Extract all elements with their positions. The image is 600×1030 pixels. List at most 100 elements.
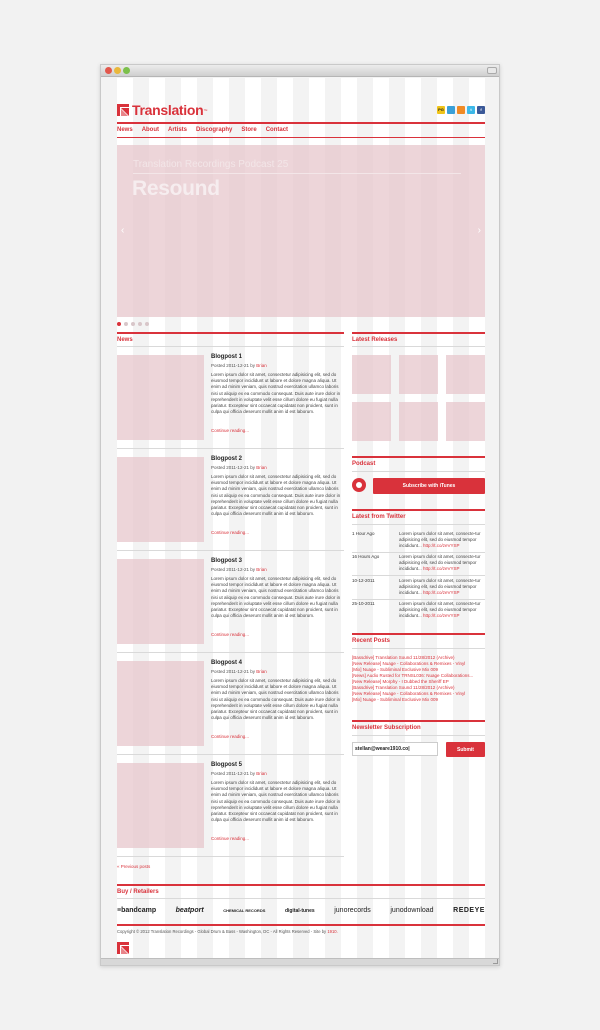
site-logo[interactable]: Translation ™: [117, 102, 207, 118]
facebook-icon[interactable]: f: [477, 106, 485, 114]
newsletter-section-title: Newsletter Subscription: [352, 725, 421, 731]
rss-icon[interactable]: PG: [437, 106, 445, 114]
recent-posts-list: [Bassdrive] Translation Sound 11/28/2012…: [352, 655, 487, 703]
post-excerpt: Lorem ipsum dolor sit amet, consectetur …: [211, 372, 341, 415]
continue-reading-link[interactable]: Continue reading...: [211, 530, 249, 535]
subscribe-itunes-button[interactable]: Subscribe with iTunes: [373, 478, 485, 494]
nav-store[interactable]: Store: [241, 127, 256, 133]
newsletter-email-input[interactable]: stellan@weare1910.co|: [352, 742, 438, 756]
trademark: ™: [203, 107, 208, 113]
nav-news[interactable]: News: [117, 127, 133, 133]
site-by-link[interactable]: 1910.: [327, 929, 337, 934]
footer-rule: [117, 884, 485, 886]
post-excerpt: Lorem ipsum dolor sit amet, consectetur …: [211, 678, 341, 721]
continue-reading-link[interactable]: Continue reading...: [211, 428, 249, 433]
tweet-text: Lorem ipsum dolor sit amet, consecte-tur…: [399, 554, 481, 571]
post-thumbnail[interactable]: [117, 559, 204, 644]
webpage: Translation ™ PG t f News About Artists D…: [101, 78, 499, 959]
close-window-icon[interactable]: [105, 67, 112, 74]
hero-slider[interactable]: Translation Recordings Podcast 25 Resoun…: [117, 145, 485, 317]
release-cover[interactable]: [399, 402, 438, 441]
release-cover[interactable]: [446, 402, 485, 441]
translation-logo-icon: [117, 104, 129, 116]
slide-dot[interactable]: [131, 322, 135, 326]
rss-feed-icon[interactable]: [457, 106, 465, 114]
post-author-link[interactable]: Brian: [256, 465, 267, 470]
tweet-link[interactable]: http://t.co/zeVYSP: [423, 613, 460, 618]
continue-reading-link[interactable]: Continue reading...: [211, 836, 249, 841]
tweet-time: 1 Hour Ago: [352, 531, 375, 536]
nav-contact[interactable]: Contact: [266, 127, 288, 133]
release-cover[interactable]: [352, 355, 391, 394]
continue-reading-link[interactable]: Continue reading...: [211, 734, 249, 739]
junorecords-logo[interactable]: junorecords: [334, 907, 371, 914]
post-thumbnail[interactable]: [117, 355, 204, 440]
post-title[interactable]: Blogpost 3: [211, 558, 242, 564]
minimize-window-icon[interactable]: [114, 67, 121, 74]
hero-subtitle: Translation Recordings Podcast 25: [133, 159, 289, 170]
news-subrule: [117, 346, 344, 347]
releases-rule: [352, 332, 485, 334]
retailers-section-title: Buy / Retailers: [117, 889, 159, 895]
post-author-link[interactable]: Brian: [256, 363, 267, 368]
tweet-divider: [352, 599, 485, 600]
slide-dot[interactable]: [117, 322, 121, 326]
podcast-icon: [352, 478, 366, 492]
previous-slide-icon[interactable]: ‹: [121, 225, 124, 236]
digital-tunes-logo[interactable]: digital-tunes: [285, 908, 315, 914]
post-divider: [117, 856, 344, 857]
window-statusbar: [101, 958, 499, 965]
redeye-logo[interactable]: REDEYE: [453, 907, 485, 914]
resize-grip-icon[interactable]: [493, 959, 498, 964]
post-thumbnail[interactable]: [117, 763, 204, 848]
maximize-window-icon[interactable]: [123, 67, 130, 74]
footer-logo-icon[interactable]: [117, 942, 129, 954]
newsletter-submit-button[interactable]: Submit: [446, 742, 485, 757]
slide-dot[interactable]: [145, 322, 149, 326]
soundcloud-icon[interactable]: [447, 106, 455, 114]
junodownload-logo[interactable]: junodownload: [390, 907, 433, 914]
post-meta: Posted 2011-12-21 by Brian: [211, 465, 267, 470]
window-titlebar[interactable]: [101, 65, 499, 77]
tweet-link[interactable]: http://t.co/zeVYSP: [423, 566, 460, 571]
tweet-link[interactable]: http://t.co/zeVYSP: [423, 543, 460, 548]
post-title[interactable]: Blogpost 4: [211, 660, 242, 666]
twitter-icon[interactable]: t: [467, 106, 475, 114]
release-cover[interactable]: [399, 355, 438, 394]
post-thumbnail[interactable]: [117, 457, 204, 542]
recent-post-link[interactable]: [Mix] Nuage - Subliminal Exclusive Mix 0…: [352, 697, 487, 703]
podcast-section-title: Podcast: [352, 461, 376, 467]
post-author-link[interactable]: Brian: [256, 771, 267, 776]
newsletter-subrule: [352, 735, 485, 736]
post-title[interactable]: Blogpost 5: [211, 762, 242, 768]
continue-reading-link[interactable]: Continue reading...: [211, 632, 249, 637]
chemical-records-logo[interactable]: CHEMICAL RECORDS: [223, 908, 265, 913]
beatport-logo[interactable]: beatport: [176, 907, 204, 914]
post-divider: [117, 652, 344, 653]
previous-posts-link[interactable]: « Previous posts: [117, 864, 150, 869]
nav-about[interactable]: About: [142, 127, 159, 133]
tweet-link[interactable]: http://t.co/zeVYSP: [423, 590, 460, 595]
post-title[interactable]: Blogpost 2: [211, 456, 242, 462]
bandcamp-logo[interactable]: ≡bandcamp: [117, 907, 156, 914]
twitter-subrule: [352, 524, 485, 525]
toolbar-toggle-icon[interactable]: [487, 67, 497, 74]
post-author-link[interactable]: Brian: [256, 567, 267, 572]
release-cover[interactable]: [352, 402, 391, 441]
nav-discography[interactable]: Discography: [196, 127, 232, 133]
next-slide-icon[interactable]: ›: [478, 225, 481, 236]
news-rule: [117, 332, 344, 334]
recent-rule: [352, 633, 485, 635]
post-divider: [117, 448, 344, 449]
slide-dot[interactable]: [138, 322, 142, 326]
post-excerpt: Lorem ipsum dolor sit amet, consectetur …: [211, 474, 341, 517]
slide-dot[interactable]: [124, 322, 128, 326]
post-thumbnail[interactable]: [117, 661, 204, 746]
tweet-time: 16 Hours Ago: [352, 554, 380, 559]
copyright-text: Copyright © 2012 Translation Recordings …: [117, 929, 338, 934]
nav-artists[interactable]: Artists: [168, 127, 187, 133]
post-author-link[interactable]: Brian: [256, 669, 267, 674]
post-title[interactable]: Blogpost 1: [211, 354, 242, 360]
release-cover[interactable]: [446, 355, 485, 394]
tweet-text: Lorem ipsum dolor sit amet, consecte-tur…: [399, 601, 481, 618]
